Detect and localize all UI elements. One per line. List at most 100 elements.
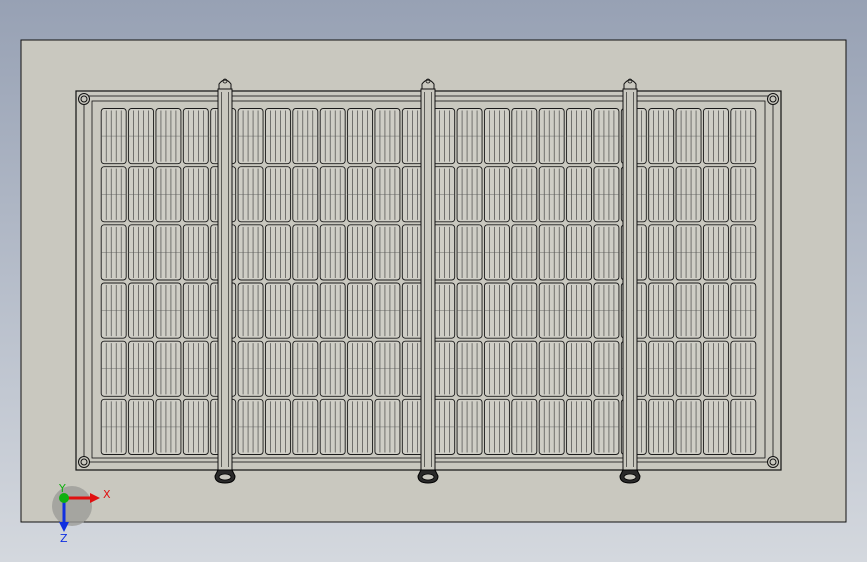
- solar-cell: [456, 398, 483, 455]
- solar-cell: [155, 108, 182, 165]
- solar-cell: [265, 166, 291, 223]
- end-cap-icon: [218, 79, 232, 90]
- solar-cell: [128, 340, 154, 397]
- solar-cell: [128, 108, 154, 165]
- solar-cell: [484, 224, 510, 281]
- mount-hole-outer: [767, 93, 779, 105]
- solar-cell: [237, 282, 264, 339]
- solar-cell: [675, 398, 702, 455]
- solar-cell: [675, 166, 702, 223]
- solar-cell: [511, 340, 538, 397]
- solar-cell: [319, 224, 346, 281]
- solar-cell: [374, 398, 401, 455]
- mount-hole-outer: [767, 456, 779, 468]
- z-axis-label: Z: [60, 532, 68, 545]
- solar-cell: [100, 282, 127, 339]
- solar-cell: [265, 224, 291, 281]
- solar-cell: [265, 108, 291, 165]
- mount-hole: [78, 93, 90, 105]
- solar-cell: [511, 282, 538, 339]
- solar-cell: [730, 224, 757, 281]
- solar-cell: [347, 340, 374, 397]
- mount-hole: [767, 456, 779, 468]
- solar-cell: [648, 282, 675, 339]
- solar-cell: [292, 166, 319, 223]
- solar-cell: [374, 340, 401, 397]
- solar-cell: [538, 224, 565, 281]
- solar-cell: [292, 108, 319, 165]
- solar-cell: [511, 108, 538, 165]
- solar-cell: [374, 224, 401, 281]
- solar-cell: [100, 340, 127, 397]
- solar-cell: [703, 224, 729, 281]
- solar-cell: [456, 340, 483, 397]
- end-cap-icon: [421, 79, 435, 90]
- solar-cell: [703, 398, 729, 455]
- solar-cell: [182, 340, 209, 397]
- solar-cell: [292, 398, 319, 455]
- solar-cell: [511, 224, 538, 281]
- end-cap-icon: [623, 79, 637, 90]
- mount-hole: [78, 456, 90, 468]
- solar-cell: [593, 398, 620, 455]
- solar-cell: [237, 340, 264, 397]
- solar-cell: [182, 224, 209, 281]
- solar-cell: [128, 224, 154, 281]
- solar-cell: [265, 282, 291, 339]
- solar-cell: [319, 108, 346, 165]
- solar-cell: [347, 224, 374, 281]
- solar-cell: [484, 166, 510, 223]
- foot-slot: [421, 473, 435, 481]
- rail-body: [217, 88, 233, 471]
- solar-cell: [675, 108, 702, 165]
- solar-cell: [566, 398, 593, 455]
- solar-cell: [703, 340, 729, 397]
- solar-cell: [730, 166, 757, 223]
- solar-cell: [182, 108, 209, 165]
- solar-cell: [675, 340, 702, 397]
- solar-cell: [593, 282, 620, 339]
- solar-cell: [100, 108, 127, 165]
- solar-cell: [484, 282, 510, 339]
- solar-cell: [128, 282, 154, 339]
- solar-cell: [374, 166, 401, 223]
- solar-cell: [347, 108, 374, 165]
- solar-cell: [374, 108, 401, 165]
- solar-cell: [484, 340, 510, 397]
- triad-shadow: [52, 486, 92, 526]
- solar-cell: [456, 282, 483, 339]
- solar-cell: [292, 340, 319, 397]
- solar-cell: [538, 340, 565, 397]
- solar-cell: [511, 166, 538, 223]
- solar-cell: [648, 224, 675, 281]
- solar-cell: [703, 282, 729, 339]
- solar-cell: [511, 398, 538, 455]
- solar-cell: [538, 108, 565, 165]
- solar-cell: [456, 224, 483, 281]
- solar-cell: [538, 166, 565, 223]
- y-axis-label: Y: [58, 482, 66, 495]
- rail-body: [420, 88, 436, 471]
- solar-cell: [237, 108, 264, 165]
- z-axis-arrowhead: [59, 522, 69, 532]
- solar-cell: [593, 224, 620, 281]
- solar-cell: [730, 282, 757, 339]
- solar-cell: [538, 398, 565, 455]
- mount-hole: [767, 93, 779, 105]
- cad-viewport[interactable]: X Y Z: [0, 0, 867, 562]
- solar-cell: [566, 282, 593, 339]
- solar-cell: [566, 340, 593, 397]
- solar-cell: [319, 166, 346, 223]
- x-axis-label: X: [103, 488, 111, 501]
- solar-cell: [155, 340, 182, 397]
- mount-hole-outer: [78, 93, 90, 105]
- solar-cell: [182, 166, 209, 223]
- solar-cell: [100, 398, 127, 455]
- foot-slot: [218, 473, 232, 481]
- solar-cell: [100, 224, 127, 281]
- rail-body: [622, 88, 638, 471]
- solar-cell: [566, 224, 593, 281]
- solar-cell: [648, 398, 675, 455]
- solar-cell: [319, 340, 346, 397]
- solar-cell: [319, 282, 346, 339]
